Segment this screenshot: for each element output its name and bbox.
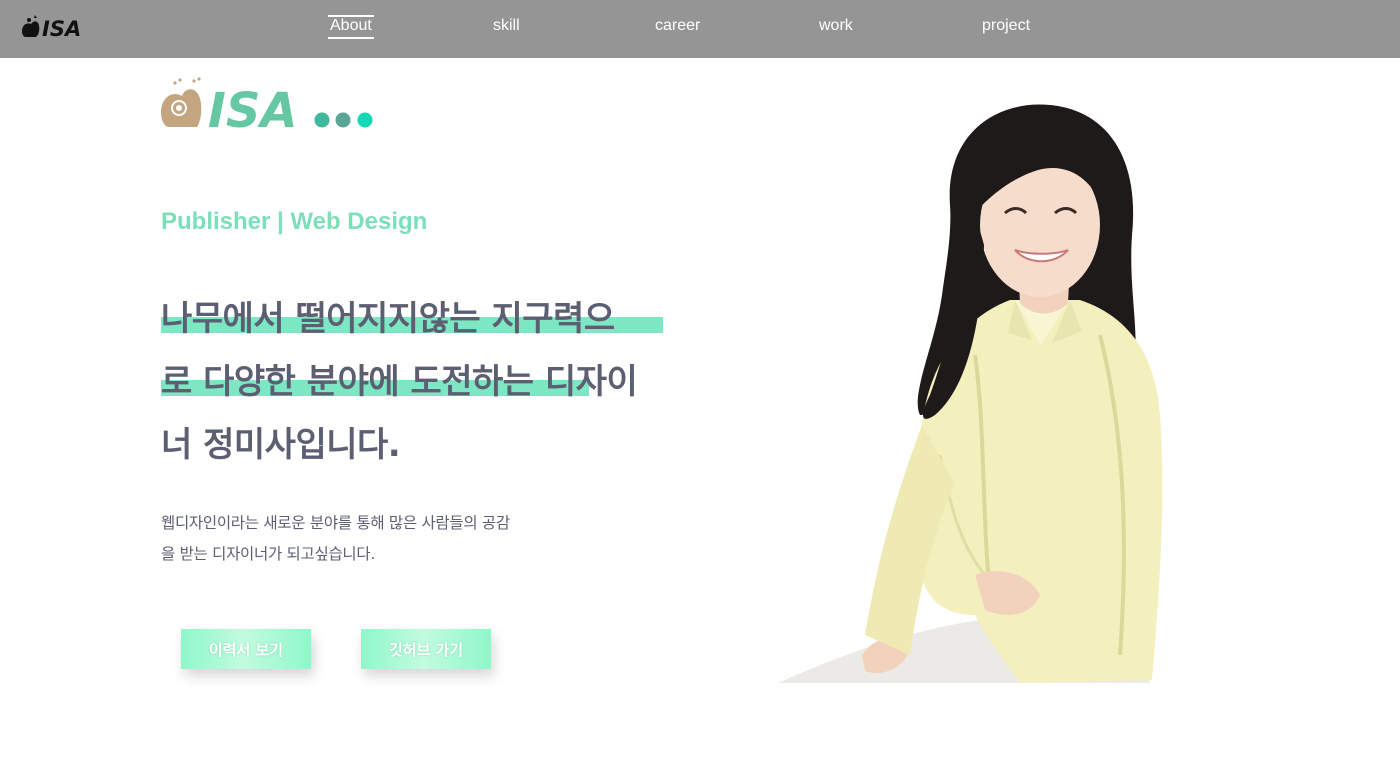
hero-logo-text: ISA bbox=[208, 83, 298, 132]
top-navigation-bar: ISA About skill career work project bbox=[0, 0, 1400, 58]
description-line-1: 웹디자인이라는 새로운 분야를 통해 많은 사람들의 공감 bbox=[161, 514, 510, 532]
hero-description: 웹디자인이라는 새로운 분야를 통해 많은 사람들의 공감 을 받는 디자이너가… bbox=[161, 508, 561, 570]
nav-skill[interactable]: skill bbox=[493, 17, 520, 35]
headline-line-1-text: 나무에서 떨어지지않는 지구력으 bbox=[161, 299, 615, 339]
description-line-2: 을 받는 디자이너가 되고싶습니다. bbox=[161, 545, 375, 563]
nav-project[interactable]: project bbox=[982, 17, 1030, 35]
squirrel-logo-icon[interactable]: ISA bbox=[20, 14, 92, 40]
portrait-photo bbox=[778, 104, 1163, 683]
squirrel-logo-large-icon: ISA bbox=[161, 77, 373, 132]
top-logo-text: ISA bbox=[42, 17, 81, 40]
nav-career[interactable]: career bbox=[655, 17, 700, 35]
hero-headline: 나무에서 떨어지지않는 지구력으 로 다양한 분야에 도전하는 디자이 너 정미… bbox=[161, 290, 701, 479]
headline-line-3: 너 정미사입니다. bbox=[161, 416, 701, 479]
headline-line-1: 나무에서 떨어지지않는 지구력으 bbox=[161, 290, 701, 353]
go-to-github-button[interactable]: 깃허브 가기 bbox=[361, 629, 491, 669]
nav-about[interactable]: About bbox=[328, 15, 374, 39]
view-resume-button[interactable]: 이력서 보기 bbox=[181, 629, 311, 669]
nav-work[interactable]: work bbox=[819, 17, 853, 35]
headline-line-2-text: 로 다양한 분야에 도전하는 디자이 bbox=[161, 362, 638, 402]
headline-line-3-text: 너 정미사입니다. bbox=[161, 425, 401, 465]
headline-line-2: 로 다양한 분야에 도전하는 디자이 bbox=[161, 353, 701, 416]
hero-subtitle: Publisher | Web Design bbox=[161, 208, 428, 235]
